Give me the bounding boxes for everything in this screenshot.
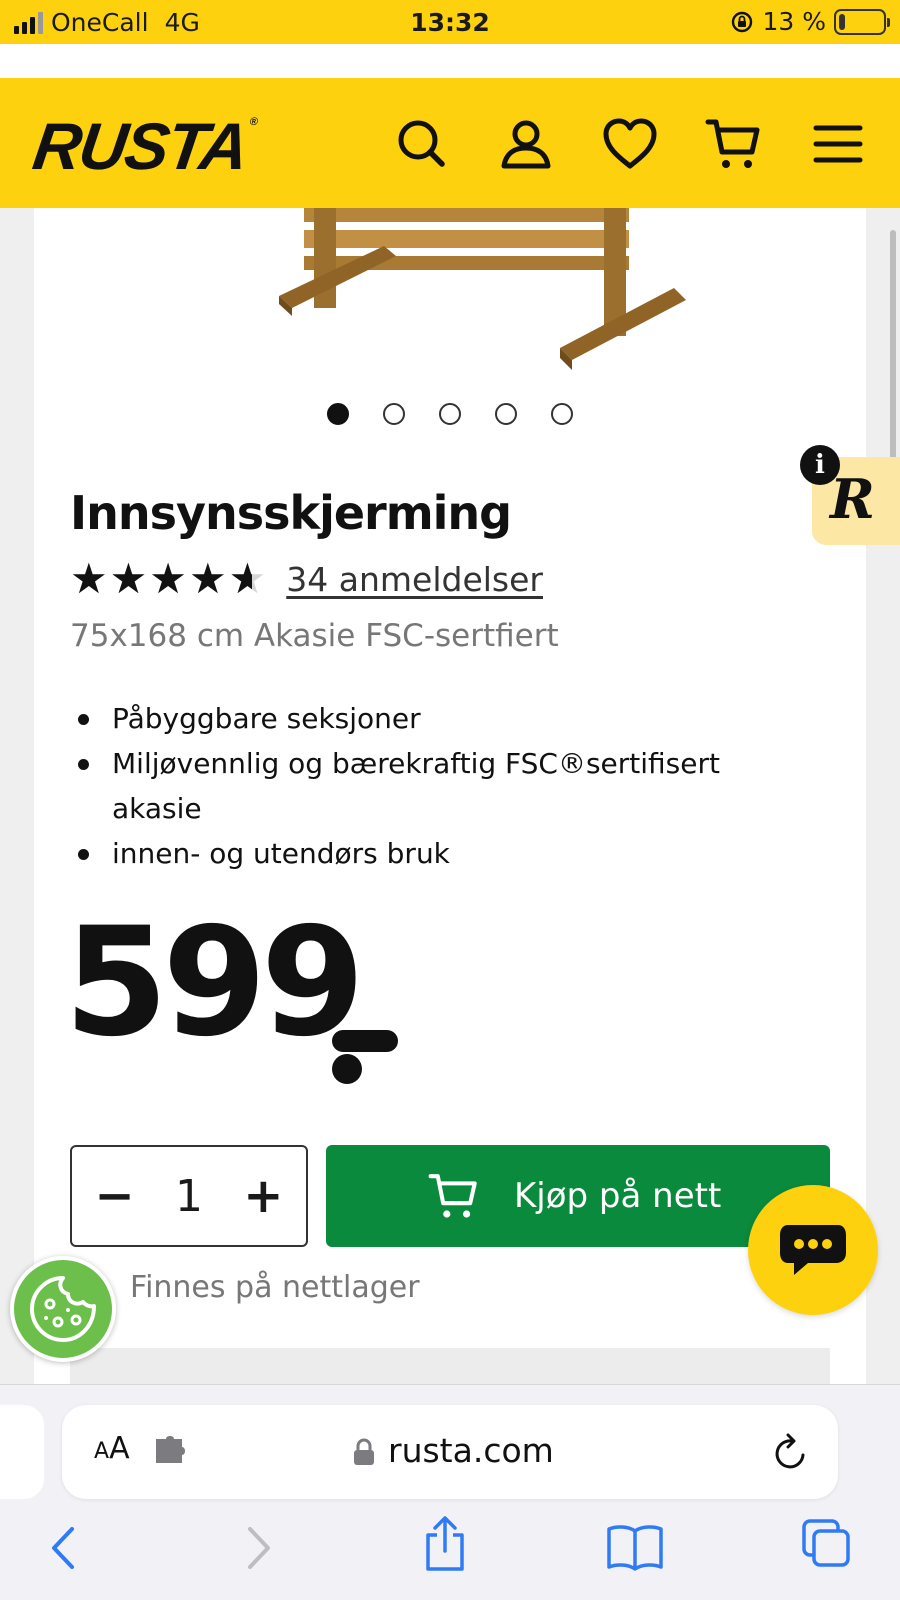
info-icon[interactable]: i: [800, 445, 840, 485]
status-right: 13 %: [730, 7, 890, 36]
info-panel: [70, 1348, 830, 1384]
menu-icon[interactable]: [808, 114, 868, 174]
cart-icon: [428, 1174, 477, 1218]
cookie-settings-button[interactable]: [10, 1256, 116, 1362]
top-spacer: [0, 44, 900, 78]
logo-text: RUSTA: [28, 109, 252, 183]
battery-icon: [834, 8, 890, 35]
share-icon[interactable]: [420, 1515, 470, 1573]
reader-settings-button[interactable]: AA: [94, 1431, 130, 1466]
gallery-dot[interactable]: [551, 403, 573, 425]
heart-icon[interactable]: [600, 114, 660, 174]
feature-list: Påbyggbare seksjoner Miljøvennlig og bær…: [70, 696, 810, 876]
gallery-pagination: [34, 403, 866, 425]
product-image[interactable]: [234, 208, 694, 378]
gallery-dot[interactable]: [495, 403, 517, 425]
price: 599: [64, 896, 365, 1070]
battery-percent: 13 %: [762, 7, 826, 36]
quantity-value[interactable]: 1: [175, 1171, 203, 1222]
cookie-icon: [30, 1276, 96, 1342]
cart-icon[interactable]: [704, 114, 764, 174]
gallery-dot[interactable]: [439, 403, 461, 425]
price-dash: [332, 1030, 398, 1052]
site-header: RUSTA®: [0, 78, 900, 208]
search-icon[interactable]: [392, 114, 452, 174]
lock-icon: [354, 1438, 374, 1465]
bookmarks-icon[interactable]: [606, 1523, 664, 1571]
status-bar: OneCall 4G 13:32 13 %: [0, 0, 900, 44]
product-subtitle: 75x168 cm Akasie FSC-sertfiert: [70, 618, 559, 654]
url-text: rusta.com: [388, 1431, 554, 1470]
back-icon[interactable]: [44, 1523, 84, 1573]
product-card: Innsynsskjerming ★★★★★ ★★★★★ 34 anmeldel…: [34, 208, 866, 1384]
feature-item: Påbyggbare seksjoner: [70, 696, 810, 741]
buy-button-label: Kjøp på nett: [514, 1176, 722, 1216]
orientation-lock-icon: [732, 11, 753, 32]
reload-icon[interactable]: [772, 1433, 810, 1473]
rusta-logo[interactable]: RUSTA®: [29, 108, 258, 184]
stars-filled: ★★★★★: [70, 558, 253, 600]
quantity-stepper: − 1 +: [70, 1145, 308, 1247]
chat-button[interactable]: [748, 1185, 878, 1315]
price-dot: [332, 1054, 362, 1084]
battery-fill: [839, 13, 845, 30]
scrollbar[interactable]: [890, 230, 896, 490]
aa-small: A: [94, 1439, 110, 1464]
product-title: Innsynsskjerming: [70, 486, 512, 540]
decrease-quantity-button[interactable]: −: [90, 1168, 140, 1224]
previous-tab-preview[interactable]: [0, 1405, 44, 1499]
extension-icon[interactable]: [154, 1435, 190, 1465]
chat-icon: [780, 1225, 846, 1275]
browser-toolbar: AA rusta.com: [0, 1384, 900, 1600]
forward-icon[interactable]: [238, 1523, 278, 1573]
feature-item: Miljøvennlig og bærekraftig FSC®sertifis…: [70, 741, 810, 831]
availability-status: Finnes på nettlager: [130, 1270, 420, 1305]
rating-row: ★★★★★ ★★★★★ 34 anmeldelser: [70, 558, 543, 600]
tabs-icon[interactable]: [800, 1517, 852, 1569]
rewards-logo: R: [830, 467, 875, 531]
increase-quantity-button[interactable]: +: [238, 1168, 288, 1224]
aa-large: A: [109, 1431, 130, 1466]
account-icon[interactable]: [496, 114, 556, 174]
feature-item: innen- og utendørs bruk: [70, 831, 810, 876]
logo-trademark: ®: [248, 116, 257, 128]
reviews-link[interactable]: 34 anmeldelser: [286, 560, 543, 599]
address-bar[interactable]: AA rusta.com: [62, 1405, 838, 1499]
star-rating: ★★★★★ ★★★★★: [70, 558, 268, 600]
gallery-dot[interactable]: [383, 403, 405, 425]
gallery-dot[interactable]: [327, 403, 349, 425]
